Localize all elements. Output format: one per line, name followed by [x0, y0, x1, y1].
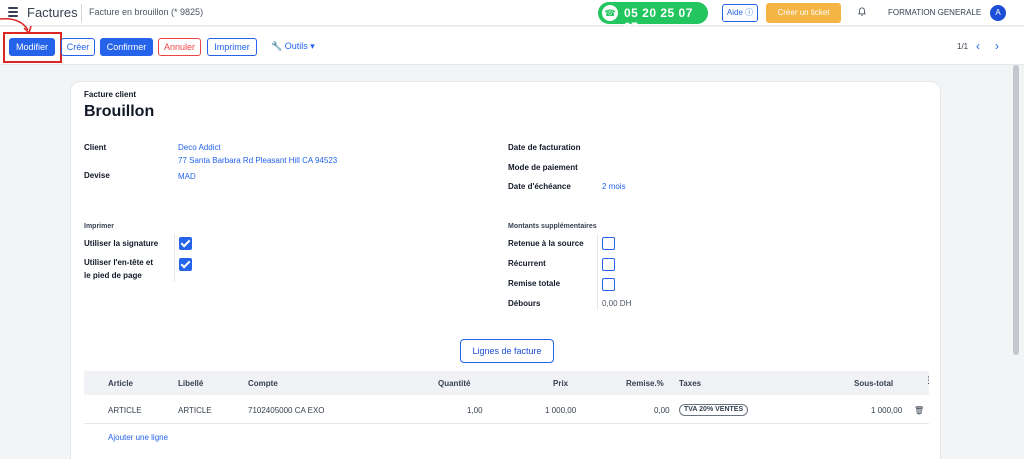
- column-header-account[interactable]: Compte: [248, 379, 278, 388]
- headset-icon: ☎: [602, 5, 618, 21]
- column-header-article[interactable]: Article: [108, 379, 133, 388]
- currency-value[interactable]: MAD: [178, 172, 196, 181]
- company-switcher[interactable]: FORMATION GENERALE: [888, 8, 981, 17]
- disbursements-value: 0,00 DH: [602, 299, 632, 308]
- client-address[interactable]: 77 Santa Barbara Rd Pleasant Hill CA 945…: [178, 156, 337, 165]
- chevron-right-icon[interactable]: ›: [995, 39, 999, 53]
- withholding-checkbox[interactable]: [602, 237, 615, 250]
- disbursements-label: Débours: [508, 299, 541, 308]
- create-ticket-button[interactable]: Créer un ticket: [766, 3, 841, 23]
- due-date-value[interactable]: 2 mois: [602, 182, 626, 191]
- recurring-label: Récurrent: [508, 259, 546, 268]
- signature-label: Utiliser la signature: [84, 239, 159, 248]
- pager-value[interactable]: 1/1: [957, 42, 968, 51]
- column-header-label[interactable]: Libellé: [178, 379, 203, 388]
- control-panel: Modifier Créer Confirmer Annuler Imprime…: [0, 27, 1024, 65]
- top-navbar: Factures Facture en brouillon (* 9825) ☎…: [0, 0, 1024, 34]
- cell-discount: 0,00: [654, 406, 670, 415]
- tax-badge: TVA 20% VENTES: [679, 404, 749, 416]
- cell-account: 7102405000 CA EXO: [248, 406, 325, 415]
- extra-amounts-section-title: Montants supplémentaires: [508, 223, 597, 230]
- chevron-left-icon[interactable]: ‹: [976, 39, 980, 53]
- bell-icon[interactable]: [858, 7, 866, 16]
- annotation-arrow: [0, 17, 32, 35]
- scrollbar[interactable]: [1013, 65, 1019, 355]
- table-row[interactable]: ARTICLE ARTICLE 7102405000 CA EXO 1,00 1…: [84, 400, 929, 424]
- due-date-label: Date d'échéance: [508, 182, 571, 191]
- tab-invoice-lines[interactable]: Lignes de facture: [460, 339, 554, 363]
- header-footer-label-line2: le pied de page: [84, 271, 142, 280]
- divider: [174, 234, 175, 282]
- cell-label: ARTICLE: [178, 406, 212, 415]
- optional-columns-icon[interactable]: ⋮: [924, 375, 933, 386]
- withholding-label: Retenue à la source: [508, 239, 584, 248]
- tools-label: Outils: [284, 41, 308, 51]
- divider: [597, 234, 598, 310]
- help-button[interactable]: Aide ⓘ: [722, 4, 758, 22]
- cell-subtotal: 1 000,00: [871, 406, 903, 415]
- wrench-icon: 🔧: [271, 41, 283, 51]
- confirm-button[interactable]: Confirmer: [100, 38, 153, 56]
- column-header-subtotal[interactable]: Sous-total: [854, 379, 893, 388]
- cell-article: ARTICLE: [108, 406, 142, 415]
- avatar[interactable]: A: [990, 5, 1006, 21]
- edit-button[interactable]: Modifier: [9, 38, 55, 56]
- caret-down-icon: ▾: [310, 41, 315, 51]
- invoice-date-label: Date de facturation: [508, 143, 581, 152]
- currency-label: Devise: [84, 171, 110, 180]
- client-link[interactable]: Deco Addict: [178, 143, 221, 152]
- column-header-price[interactable]: Prix: [553, 379, 568, 388]
- document-type: Facture client: [84, 90, 137, 99]
- invoice-form-sheet: Facture client Brouillon Client Deco Add…: [70, 81, 941, 459]
- lines-table-header: Article Libellé Compte Quantité Prix Rem…: [84, 371, 933, 395]
- column-header-taxes[interactable]: Taxes: [679, 379, 701, 388]
- total-discount-checkbox[interactable]: [602, 278, 615, 291]
- tools-dropdown[interactable]: 🔧 Outils ▾: [271, 41, 315, 52]
- client-label: Client: [84, 143, 107, 152]
- page-title: Brouillon: [84, 103, 155, 120]
- total-discount-label: Remise totale: [508, 279, 561, 288]
- trash-icon[interactable]: 🗑: [914, 406, 924, 415]
- recurring-checkbox[interactable]: [602, 258, 615, 271]
- print-button[interactable]: Imprimer: [207, 38, 257, 56]
- header-footer-checkbox[interactable]: [179, 258, 192, 271]
- signature-checkbox[interactable]: [179, 237, 192, 250]
- header-footer-label-line1: Utiliser l'en-tête et: [84, 258, 154, 267]
- print-section-title: Imprimer: [84, 223, 114, 230]
- column-header-discount[interactable]: Remise.%: [626, 379, 664, 388]
- support-phone-button[interactable]: ☎ 05 20 25 07 07: [598, 2, 708, 34]
- create-button[interactable]: Créer: [61, 38, 95, 56]
- payment-mode-label: Mode de paiement: [508, 163, 578, 172]
- breadcrumb: Facture en brouillon (* 9825): [89, 7, 204, 17]
- cancel-button[interactable]: Annuler: [158, 38, 201, 56]
- divider: [81, 4, 82, 22]
- column-header-quantity[interactable]: Quantité: [438, 379, 470, 388]
- cell-price: 1 000,00: [545, 406, 577, 415]
- cell-quantity: 1,00: [467, 406, 483, 415]
- add-line-link[interactable]: Ajouter une ligne: [108, 433, 168, 442]
